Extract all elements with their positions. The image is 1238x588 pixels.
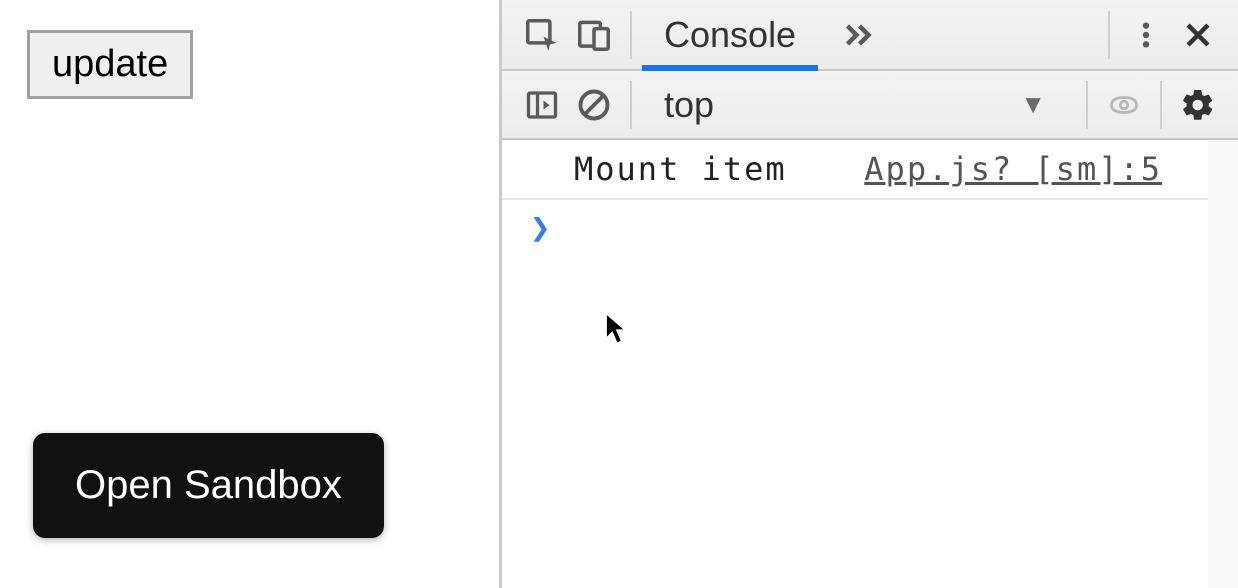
context-selector[interactable]: top ▼ <box>642 84 1076 126</box>
inspect-element-icon[interactable] <box>516 9 568 61</box>
toolbar-separator <box>1086 81 1088 129</box>
open-sandbox-button[interactable]: Open Sandbox <box>33 433 384 538</box>
toolbar-separator <box>630 81 632 129</box>
device-toggle-icon[interactable] <box>568 9 620 61</box>
devtools-main-toolbar: Console <box>502 0 1238 71</box>
live-expression-icon[interactable] <box>1098 79 1150 131</box>
toolbar-separator <box>630 11 632 59</box>
gear-icon[interactable] <box>1172 79 1224 131</box>
devtools-pane: Console <box>502 0 1238 588</box>
console-log-row: Mount item App.js? [sm]:5 <box>502 140 1238 200</box>
sidebar-toggle-icon[interactable] <box>516 79 568 131</box>
chevron-down-icon: ▼ <box>1020 89 1046 120</box>
log-source-link[interactable]: App.js? [sm]:5 <box>864 150 1162 188</box>
toolbar-separator <box>1108 11 1110 59</box>
context-selector-label: top <box>664 84 714 126</box>
chevron-double-right-icon[interactable] <box>832 9 884 61</box>
update-button[interactable]: update <box>27 30 193 99</box>
log-message: Mount item <box>574 150 864 188</box>
prompt-caret-icon: ❯ <box>530 208 550 248</box>
tab-console[interactable]: Console <box>642 0 818 69</box>
console-output: Mount item App.js? [sm]:5 ❯ <box>502 140 1238 588</box>
scrollbar[interactable] <box>1208 140 1238 588</box>
toolbar-separator <box>1160 81 1162 129</box>
console-prompt[interactable]: ❯ <box>502 200 1238 256</box>
clear-console-icon[interactable] <box>568 79 620 131</box>
kebab-menu-icon[interactable] <box>1120 9 1172 61</box>
app-preview-pane: update Open Sandbox <box>0 0 499 588</box>
close-icon[interactable] <box>1172 9 1224 61</box>
console-toolbar: top ▼ <box>502 71 1238 140</box>
